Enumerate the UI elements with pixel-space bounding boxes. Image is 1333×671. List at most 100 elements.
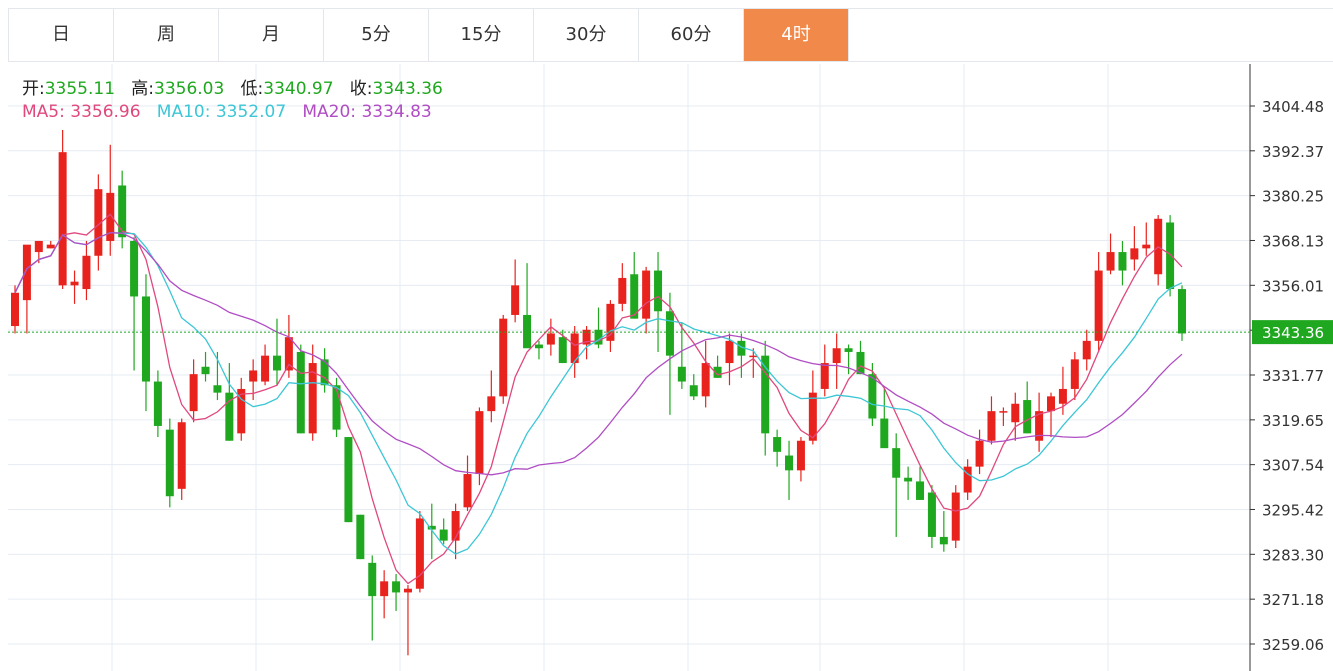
candle-body <box>141 296 150 382</box>
candle-body <box>951 492 960 541</box>
candle-body <box>1070 359 1079 389</box>
candlestick-chart: 3404.48 3392.37 3380.25 3368.13 3356.01 3343.… <box>8 64 1333 671</box>
tab-1[interactable]: 周 <box>114 9 219 61</box>
y-tick-label: 3356.01 <box>1262 277 1324 295</box>
tab-0[interactable]: 日 <box>9 9 114 61</box>
candle-body <box>356 514 365 560</box>
candle-body <box>189 374 198 412</box>
candle-body <box>22 244 31 301</box>
candle-body <box>415 518 424 589</box>
ma20-value: 3334.83 <box>361 102 432 122</box>
close-value: 3343.36 <box>372 79 443 99</box>
candle-body <box>1142 244 1151 249</box>
candle-body <box>165 429 174 497</box>
ma5-label: MA5: <box>22 102 65 122</box>
tab-5[interactable]: 30分 <box>534 9 639 61</box>
candle-body <box>82 255 91 290</box>
candle-body <box>11 292 19 327</box>
candle-body <box>58 152 67 286</box>
candle-body <box>34 240 43 253</box>
low-label: 低: <box>240 79 264 99</box>
open-value: 3355.11 <box>44 79 116 99</box>
candle-body <box>880 418 889 449</box>
candle-body <box>844 348 853 352</box>
candle-body <box>177 422 186 489</box>
candle-body <box>392 581 401 593</box>
candle-body <box>499 318 508 397</box>
candle-body <box>403 588 412 593</box>
candle-body <box>1011 403 1020 423</box>
candle-body <box>511 285 520 315</box>
candle-body <box>463 474 472 508</box>
candle-body <box>725 340 734 364</box>
candle-body <box>1094 270 1103 341</box>
candle-body <box>46 244 55 249</box>
y-tick-label: 3271.18 <box>1262 591 1324 609</box>
low-value: 3340.97 <box>263 79 334 99</box>
high-label: 高: <box>131 79 154 99</box>
y-tick-label: 3307.54 <box>1262 457 1324 475</box>
candle-body <box>999 411 1008 413</box>
tab-7[interactable]: 4时 <box>744 9 849 61</box>
y-tick-label: 3259.06 <box>1262 636 1324 654</box>
y-tick-label: 3295.42 <box>1262 501 1324 519</box>
candle-body <box>665 311 674 356</box>
tab-6[interactable]: 60分 <box>639 9 744 61</box>
candle-body <box>213 385 222 393</box>
candle-body <box>261 355 270 382</box>
ma10-label: MA10: <box>156 102 211 122</box>
open-label: 开: <box>22 79 45 99</box>
candle-body <box>618 277 627 304</box>
candle-body <box>523 314 532 349</box>
candle-body <box>1058 388 1067 404</box>
y-tick-label: 3331.77 <box>1262 367 1324 385</box>
candle-body <box>689 385 698 397</box>
candle-body <box>1130 248 1139 260</box>
candle-body <box>153 381 162 426</box>
candle-body <box>927 492 936 537</box>
candle-body <box>344 437 353 523</box>
candle-body <box>487 396 496 412</box>
candle-body <box>916 481 925 500</box>
candle-body <box>558 337 567 364</box>
tab-4[interactable]: 15分 <box>429 9 534 61</box>
candle-body <box>249 370 258 382</box>
candle-body <box>773 437 782 452</box>
candle-body <box>749 355 758 358</box>
candle-body <box>201 366 210 375</box>
ma20-label: MA20: <box>302 102 357 122</box>
candle-body <box>820 363 829 389</box>
y-tick-label: 3319.65 <box>1262 412 1324 430</box>
candle-body <box>296 351 305 434</box>
candle-body <box>785 455 794 471</box>
candle-body <box>546 333 555 345</box>
y-tick-label: 3380.25 <box>1262 188 1324 206</box>
candle-body <box>1047 396 1056 412</box>
candle-body <box>1178 289 1186 334</box>
ma-info: MA5: 3356.96 MA10: 3352.07 MA20: 3334.83 <box>22 102 432 122</box>
candle-body <box>1023 400 1032 434</box>
candle-body <box>118 185 127 238</box>
y-tick-label: 3368.13 <box>1262 232 1324 250</box>
candle-body <box>70 281 79 286</box>
y-tick-label: 3404.48 <box>1262 98 1324 116</box>
high-value: 3356.03 <box>154 79 225 99</box>
candle-body <box>677 366 686 382</box>
candle-body <box>701 363 710 397</box>
ohlc-info: 开:3355.11 高:3356.03 低:3340.97 收:3343.36 <box>22 74 443 99</box>
candle-body <box>904 477 913 482</box>
tab-2[interactable]: 月 <box>219 9 324 61</box>
ma5-value: 3356.96 <box>70 102 141 122</box>
candle-body <box>832 348 841 364</box>
candle-body <box>1082 340 1091 360</box>
tab-bar-border <box>848 8 1333 62</box>
candle-body <box>130 240 139 297</box>
candle-body <box>368 562 377 597</box>
ma10-value: 3352.07 <box>215 102 287 122</box>
candle-body <box>654 270 663 312</box>
candle-body <box>451 511 460 541</box>
timeframe-tabs: 日周月 5分 15分 30分 60分 4时 <box>8 8 849 62</box>
y-tick-label: 3283.30 <box>1262 546 1324 564</box>
candle-body <box>534 344 543 349</box>
tab-3[interactable]: 5分 <box>324 9 429 61</box>
